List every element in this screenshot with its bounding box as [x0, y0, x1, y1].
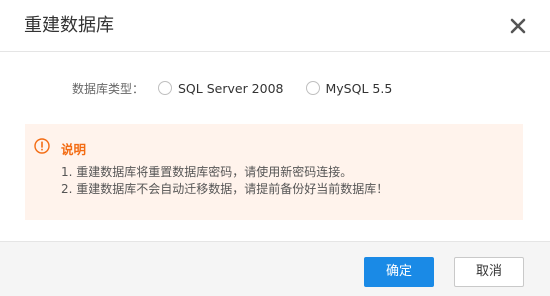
dialog-footer: 确定 取消: [0, 241, 550, 296]
notice-box: 说明 1. 重建数据库将重置数据库密码，请使用新密码连接。 2. 重建数据库不会…: [25, 124, 523, 220]
dialog-header: 重建数据库: [0, 0, 550, 52]
notice-item: 2. 重建数据库不会自动迁移数据，请提前备份好当前数据库！: [61, 182, 389, 196]
notice-item: 1. 重建数据库将重置数据库密码，请使用新密码连接。: [61, 165, 353, 179]
radio-label-mysql-5-5: MySQL 5.5: [325, 80, 393, 96]
radio-circle[interactable]: [305, 81, 320, 95]
radio-sql-server-2008[interactable]: SQL Server 2008: [158, 81, 284, 96]
radio-label-sql-server-2008: SQL Server 2008: [178, 80, 284, 96]
database-type-row: 数据库类型： SQL Server 2008 MySQL 5.5: [72, 78, 414, 98]
rebuild-database-dialog: 重建数据库 数据库类型： SQL Server 2008 MySQL 5.5 说…: [0, 0, 550, 296]
notice-title: 说明: [61, 142, 87, 157]
radio-circle[interactable]: [158, 81, 172, 95]
exclamation-circle-icon: [34, 138, 50, 154]
close-icon[interactable]: [506, 14, 530, 38]
database-type-label: 数据库类型：: [72, 81, 145, 96]
notice-list: 1. 重建数据库将重置数据库密码，请使用新密码连接。 2. 重建数据库不会自动迁…: [61, 164, 388, 198]
dialog-title: 重建数据库: [24, 15, 114, 36]
radio-mysql-5-5[interactable]: MySQL 5.5: [305, 80, 393, 96]
confirm-button[interactable]: 确定: [364, 257, 434, 287]
cancel-button[interactable]: 取消: [454, 257, 524, 287]
